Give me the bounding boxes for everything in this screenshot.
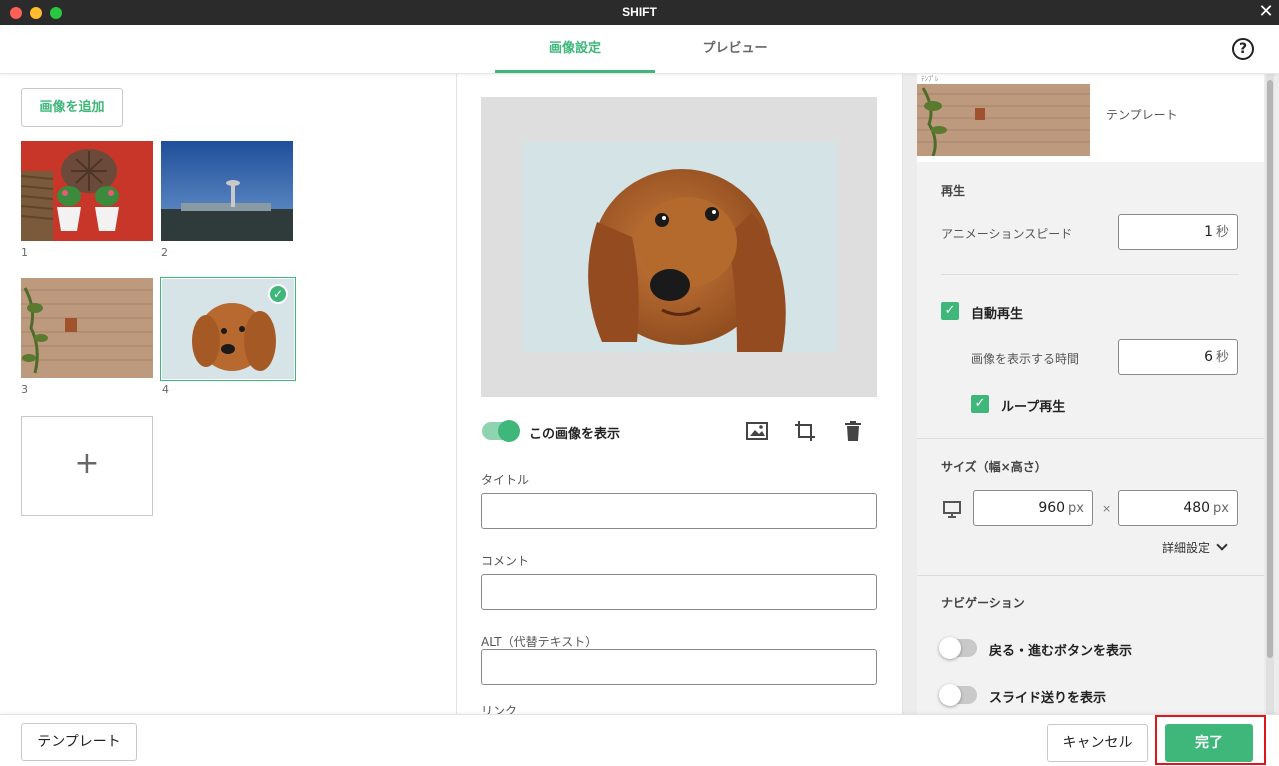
link-field-label: リンク bbox=[481, 704, 518, 714]
thumbnail-3-label: 3 bbox=[21, 383, 28, 396]
tab-preview[interactable]: プレビュー bbox=[655, 25, 815, 73]
thumbnail-2-image bbox=[161, 141, 293, 241]
crop-icon[interactable] bbox=[793, 419, 817, 443]
title-bar: SHIFT ✕ bbox=[0, 0, 1279, 25]
animation-speed-value: 1 bbox=[1204, 224, 1213, 240]
animation-speed-label: アニメーションスピード bbox=[941, 227, 1073, 241]
image-list-pane: 画像を追加 1 2 3 ✓ 4 + bbox=[0, 74, 457, 714]
show-image-label: この画像を表示 bbox=[529, 427, 621, 442]
display-time-unit: 秒 bbox=[1215, 350, 1229, 365]
display-time-value: 6 bbox=[1204, 349, 1213, 365]
window-title: SHIFT bbox=[622, 5, 657, 19]
footer-bar: テンプレート キャンセル 完了 bbox=[0, 714, 1279, 766]
chevron-down-icon bbox=[1216, 539, 1228, 551]
prev-next-label: 戻る・進むボタンを表示 bbox=[989, 644, 1133, 659]
monitor-icon bbox=[943, 500, 961, 518]
thumbnail-1-label: 1 bbox=[21, 246, 28, 259]
selected-check-icon: ✓ bbox=[268, 284, 288, 304]
trash-icon[interactable] bbox=[841, 419, 865, 443]
tab-bar: 画像設定 プレビュー ? bbox=[0, 25, 1279, 74]
divider bbox=[917, 438, 1264, 439]
alt-input[interactable] bbox=[481, 649, 877, 685]
template-thumbnail bbox=[917, 84, 1090, 156]
cancel-button[interactable]: キャンセル bbox=[1047, 724, 1148, 762]
comment-input[interactable] bbox=[481, 574, 877, 610]
title-input[interactable] bbox=[481, 493, 877, 529]
size-section-title: サイズ（幅×高さ） bbox=[941, 460, 1047, 474]
slide-indicator-label: スライド送りを表示 bbox=[989, 691, 1107, 706]
template-name: テンプレート bbox=[1106, 108, 1178, 122]
advanced-settings-link[interactable]: 詳細設定 bbox=[1162, 539, 1228, 556]
animation-speed-unit: 秒 bbox=[1215, 225, 1229, 240]
display-time-label: 画像を表示する時間 bbox=[971, 352, 1080, 366]
slide-indicator-toggle[interactable] bbox=[939, 684, 977, 706]
image-preview-frame bbox=[481, 97, 877, 397]
image-preview bbox=[522, 142, 837, 352]
navigation-section-title: ナビゲーション bbox=[941, 596, 1025, 610]
display-time-input[interactable]: 6秒 bbox=[1118, 339, 1238, 375]
height-input[interactable]: 480 px bbox=[1118, 490, 1238, 526]
times-sign: × bbox=[1102, 502, 1112, 515]
prev-next-toggle[interactable] bbox=[939, 637, 977, 659]
tab-image-settings[interactable]: 画像設定 bbox=[495, 25, 655, 73]
template-button[interactable]: テンプレート bbox=[21, 723, 137, 761]
thumbnail-2[interactable] bbox=[161, 141, 293, 241]
add-image-tile[interactable]: + bbox=[21, 416, 153, 516]
height-unit: px bbox=[1213, 501, 1229, 516]
template-row[interactable]: ﾃﾝﾌﾟﾚ テンプレート bbox=[917, 74, 1264, 162]
thumbnail-4[interactable]: ✓ bbox=[160, 277, 296, 381]
divider bbox=[941, 274, 1239, 275]
comment-field-label: コメント bbox=[481, 554, 530, 568]
animation-speed-input[interactable]: 1秒 bbox=[1118, 214, 1238, 250]
alt-field-label: ALT（代替テキスト） bbox=[481, 635, 598, 649]
thumbnail-3[interactable] bbox=[21, 278, 153, 378]
height-value: 480 bbox=[1183, 500, 1211, 516]
thumbnail-1-image bbox=[21, 141, 153, 241]
image-settings-pane: この画像を表示 タイトル コメント ALT（代替テキスト） リンク bbox=[457, 74, 903, 714]
show-image-toggle[interactable] bbox=[482, 420, 520, 442]
width-value: 960 bbox=[1038, 500, 1066, 516]
thumbnail-2-label: 2 bbox=[161, 246, 168, 259]
autoplay-checkbox[interactable]: ✓ bbox=[941, 302, 959, 320]
loop-checkbox[interactable]: ✓ bbox=[971, 395, 989, 413]
autoplay-label: 自動再生 bbox=[971, 307, 1024, 322]
thumbnail-1[interactable] bbox=[21, 141, 153, 241]
playback-section-title: 再生 bbox=[941, 184, 966, 198]
divider bbox=[917, 575, 1264, 576]
add-image-button[interactable]: 画像を追加 bbox=[21, 88, 123, 127]
done-button-highlight bbox=[1155, 715, 1266, 765]
advanced-settings-label: 詳細設定 bbox=[1162, 541, 1211, 555]
width-unit: px bbox=[1068, 501, 1084, 516]
help-icon[interactable]: ? bbox=[1232, 38, 1254, 60]
thumbnail-3-image bbox=[21, 278, 153, 378]
slideshow-settings-pane: ﾃﾝﾌﾟﾚ テンプレート 再生 アニメーションスピード 1秒 ✓ 自動再生 画像… bbox=[903, 74, 1279, 714]
thumbnail-4-label: 4 bbox=[162, 383, 169, 396]
width-input[interactable]: 960 px bbox=[973, 490, 1093, 526]
scrollbar-thumb[interactable] bbox=[1267, 80, 1273, 658]
settings-panel: ﾃﾝﾌﾟﾚ テンプレート 再生 アニメーションスピード 1秒 ✓ 自動再生 画像… bbox=[917, 74, 1264, 714]
loop-label: ループ再生 bbox=[1001, 400, 1066, 415]
image-icon[interactable] bbox=[745, 419, 769, 443]
title-field-label: タイトル bbox=[481, 473, 530, 487]
close-icon[interactable]: ✕ bbox=[1257, 2, 1275, 22]
template-caption: ﾃﾝﾌﾟﾚ bbox=[921, 75, 939, 83]
